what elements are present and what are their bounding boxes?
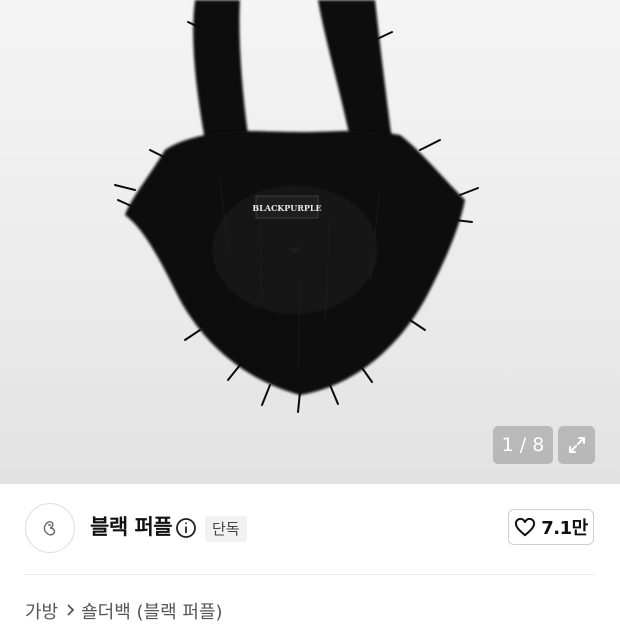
info-circle-icon[interactable] xyxy=(175,517,197,539)
heart-outline-icon xyxy=(515,517,536,537)
exclusive-badge: 단독 xyxy=(205,516,247,542)
brand-logo[interactable] xyxy=(25,503,75,553)
expand-arrows-icon xyxy=(568,437,585,453)
brand-row: 블랙 퍼플 단독 7.1만 xyxy=(0,484,620,574)
divider xyxy=(25,574,595,575)
like-count: 7.1만 xyxy=(541,518,588,539)
brand-name[interactable]: 블랙 퍼플 xyxy=(90,512,173,542)
expand-button[interactable] xyxy=(558,426,595,464)
breadcrumb-item-subcategory[interactable]: 숄더백 (블랙 퍼플) xyxy=(81,598,222,624)
breadcrumb-item-category[interactable]: 가방 xyxy=(25,598,58,624)
product-image: BLACKPURPLE xyxy=(114,0,479,413)
chevron-right-icon xyxy=(66,602,75,621)
product-image-gallery[interactable]: BLACKPURPLE 1 / 8 xyxy=(0,0,620,484)
like-button[interactable]: 7.1만 xyxy=(508,509,594,545)
image-counter: 1 / 8 xyxy=(493,426,553,464)
product-label-text: BLACKPURPLE xyxy=(252,203,321,213)
brand-logo-icon xyxy=(43,521,56,536)
breadcrumb: 가방 숄더백 (블랙 퍼플) xyxy=(25,598,223,624)
